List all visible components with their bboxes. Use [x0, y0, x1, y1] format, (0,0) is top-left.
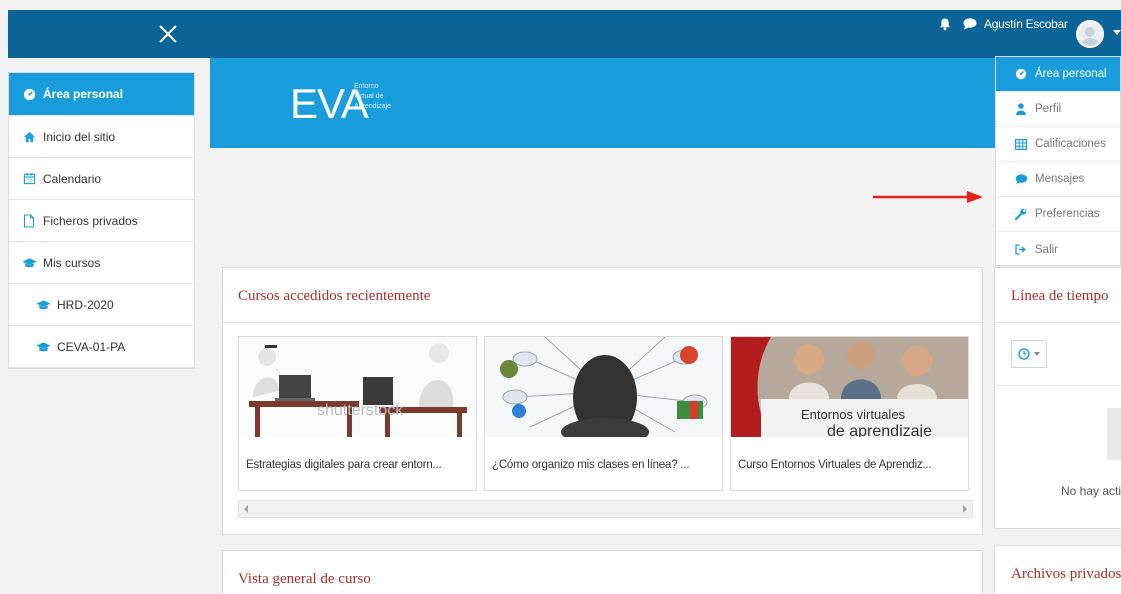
user-name[interactable]: Agustín Escobar: [984, 17, 1068, 31]
divider: [995, 385, 1121, 386]
user-icon: [1014, 103, 1028, 115]
user-menu-item-preferencias[interactable]: Preferencias: [996, 197, 1120, 232]
user-menu-item-label: Preferencias: [1035, 208, 1100, 220]
horizontal-scrollbar[interactable]: [238, 500, 973, 518]
user-menu-item-label: Perfil: [1035, 103, 1062, 115]
sidebar-item-label: CEVA-01-PA: [57, 339, 126, 354]
comment-icon: [1014, 173, 1028, 185]
avatar[interactable]: [1076, 20, 1104, 48]
calendar-icon: [21, 172, 37, 186]
user-menu-item-label: Calificaciones: [1035, 138, 1106, 150]
course-image: [485, 337, 722, 437]
course-image-art: Entornos virtuales de aprendizaje: [731, 337, 968, 437]
empty-state-text: No hay activ: [1061, 484, 1121, 498]
site-banner: EVA Entorno Virtual de Aprendizaje: [210, 58, 1121, 148]
graduation-cap-icon: [35, 340, 51, 354]
sign-out-icon: [1014, 244, 1028, 255]
user-menu-item-label: Mensajes: [1035, 173, 1085, 185]
sidebar: Área personal Inicio del sitio Calendari…: [8, 72, 195, 369]
course-image-art: [485, 337, 722, 437]
block-title: Vista general de curso: [238, 571, 371, 587]
sidebar-item-label: Área personal: [43, 87, 124, 101]
course-image: Entornos virtuales de aprendizaje: [731, 337, 968, 437]
divider: [995, 322, 1121, 323]
course-overview-block: Vista general de curso: [222, 550, 983, 594]
bell-icon[interactable]: [938, 17, 952, 31]
timeline-block: Línea de tiempo No hay activ: [994, 267, 1121, 529]
sidebar-item-area-personal[interactable]: Área personal: [9, 73, 194, 116]
chat-icon[interactable]: [962, 17, 978, 31]
sidebar-item-ceva-01-pa[interactable]: CEVA-01-PA: [9, 326, 194, 368]
dashboard-icon: [21, 87, 37, 101]
private-files-block: Archivos privados: [994, 545, 1121, 594]
user-menu-item-perfil[interactable]: Perfil: [996, 92, 1120, 127]
user-menu-item-label: Salir: [1035, 243, 1059, 256]
course-name[interactable]: Curso Entornos Virtuales de Aprendiz...: [731, 437, 968, 490]
user-avatar-icon: [1082, 27, 1098, 46]
chevron-down-icon[interactable]: [1113, 30, 1121, 35]
user-nav: Agustín Escobar: [938, 14, 1068, 34]
image-caption-line-1: Entornos virtuales: [801, 407, 906, 422]
clock-icon: [1018, 348, 1030, 360]
course-name[interactable]: Estrategias digitales para crear entorn.…: [239, 437, 476, 490]
block-title: Archivos privados: [1011, 566, 1121, 582]
graduation-cap-icon: [35, 298, 51, 312]
user-menu-item-mensajes[interactable]: Mensajes: [996, 162, 1120, 197]
watermark-text: shutterstock: [317, 402, 404, 419]
course-card[interactable]: Entornos virtuales de aprendizaje Curso …: [730, 336, 969, 491]
dashboard-icon: [1014, 68, 1028, 80]
user-menu-dropdown: Área personal Perfil Calificaciones Mens…: [995, 56, 1121, 266]
sidebar-item-hrd-2020[interactable]: HRD-2020: [9, 284, 194, 326]
timeline-filter-button[interactable]: [1011, 340, 1047, 368]
course-name[interactable]: ¿Cómo organizo mis clases en línea? ...: [485, 437, 722, 490]
chevron-down-icon: [1034, 352, 1040, 356]
user-menu-item-salir[interactable]: Salir: [996, 232, 1120, 267]
home-icon: [21, 130, 37, 144]
file-icon: [21, 213, 37, 228]
sidebar-item-label: Inicio del sitio: [43, 129, 116, 144]
divider: [223, 322, 982, 323]
sidebar-item-label: Mis cursos: [43, 255, 101, 270]
sidebar-item-ficheros[interactable]: Ficheros privados: [9, 200, 194, 242]
image-caption-line-2: de aprendizaje: [827, 423, 932, 437]
sidebar-item-label: Calendario: [43, 171, 102, 186]
recent-courses-block: Cursos accedidos recientemente shutterst…: [222, 267, 983, 535]
wrench-icon: [1014, 208, 1028, 220]
sidebar-item-calendario[interactable]: Calendario: [9, 158, 194, 200]
scroll-left-icon[interactable]: [244, 505, 248, 513]
eva-logo-subtitle: Entorno Virtual de Aprendizaje: [354, 83, 391, 110]
block-title: Línea de tiempo: [1011, 288, 1109, 304]
sidebar-item-label: Ficheros privados: [43, 213, 138, 228]
course-image-art: shutterstock: [239, 337, 476, 437]
block-title: Cursos accedidos recientemente: [238, 288, 431, 304]
user-menu-item-calificaciones[interactable]: Calificaciones: [996, 127, 1120, 162]
scroll-right-icon[interactable]: [963, 505, 967, 513]
sidebar-item-inicio[interactable]: Inicio del sitio: [9, 116, 194, 158]
graduation-cap-icon: [21, 256, 37, 270]
table-icon: [1014, 138, 1028, 150]
user-menu-item-area-personal[interactable]: Área personal: [996, 57, 1120, 92]
annotation-arrow-icon: [873, 191, 983, 203]
empty-state-image: [1107, 408, 1121, 460]
sidebar-item-label: HRD-2020: [57, 297, 114, 312]
course-image: shutterstock: [239, 337, 476, 437]
sidebar-item-mis-cursos[interactable]: Mis cursos: [9, 242, 194, 284]
course-card[interactable]: shutterstock Estrategias digitales para …: [238, 336, 477, 491]
close-icon[interactable]: [156, 22, 180, 46]
user-menu-item-label: Área personal: [1035, 68, 1107, 80]
course-card[interactable]: ¿Cómo organizo mis clases en línea? ...: [484, 336, 723, 491]
